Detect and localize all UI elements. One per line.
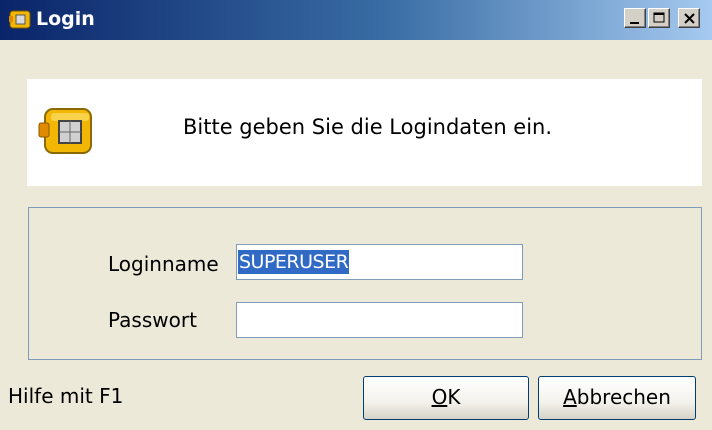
loginname-value: SUPERUSER <box>238 250 350 274</box>
minimize-button[interactable] <box>624 8 646 28</box>
cancel-label-rest: bbrechen <box>576 385 671 409</box>
header-panel: Bitte geben Sie die Logindaten ein. <box>27 79 702 186</box>
password-label: Passwort <box>108 308 197 332</box>
help-hint: Hilfe mit F1 <box>8 384 124 408</box>
maximize-button[interactable] <box>648 8 670 28</box>
title-bar[interactable]: Login <box>0 0 712 40</box>
minimize-icon <box>630 22 639 24</box>
login-form-group: Loginname SUPERUSER Passwort <box>28 207 702 360</box>
loginname-input[interactable]: SUPERUSER <box>236 244 523 280</box>
window-title: Login <box>36 8 95 30</box>
cancel-mnemonic: A <box>563 385 577 409</box>
cancel-button[interactable]: Abbrechen <box>538 376 696 420</box>
maximize-icon <box>653 12 665 23</box>
instruction-text: Bitte geben Sie die Logindaten ein. <box>183 115 553 139</box>
package-icon <box>8 8 32 30</box>
ok-label-rest: K <box>447 385 461 409</box>
ok-mnemonic: O <box>431 385 448 409</box>
password-input[interactable] <box>236 302 523 338</box>
close-icon <box>684 13 695 24</box>
ok-button[interactable]: OK <box>363 376 529 420</box>
loginname-label: Loginname <box>108 252 219 276</box>
close-button[interactable] <box>678 8 700 28</box>
package-icon <box>37 101 97 161</box>
